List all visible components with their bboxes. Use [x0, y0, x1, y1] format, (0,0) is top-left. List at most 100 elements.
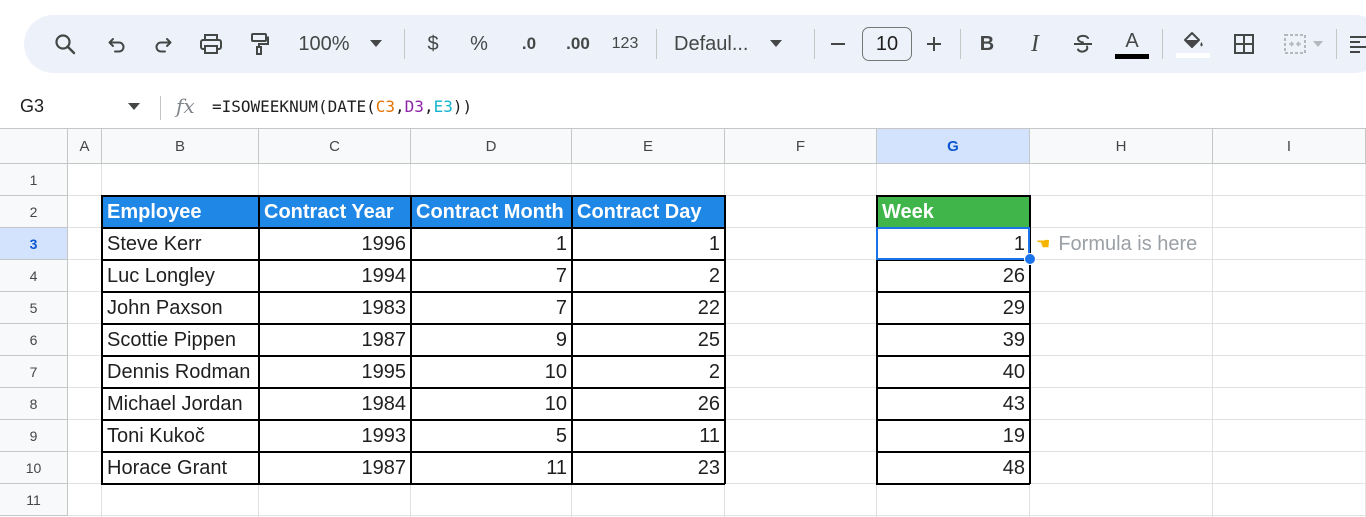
table-cell-contract-day[interactable]: 2: [572, 260, 725, 292]
spreadsheet-grid[interactable]: A B C D E F G H I 1 2 3 4 5 6 7 8 9 10 11 Employee Contract Y…: [0, 128, 1366, 517]
table-cell-contract-month[interactable]: 7: [411, 292, 572, 324]
row-header-5[interactable]: 5: [0, 292, 68, 324]
row-header-2[interactable]: 2: [0, 196, 68, 228]
row-header-10[interactable]: 10: [0, 452, 68, 484]
table-header-contract-day[interactable]: Contract Day: [572, 196, 725, 228]
table-cell-contract-day[interactable]: 23: [572, 452, 725, 484]
undo-button[interactable]: [102, 15, 132, 73]
chevron-down-icon[interactable]: [128, 103, 140, 111]
table-cell-contract-month[interactable]: 1: [411, 228, 572, 260]
table-cell-employee[interactable]: Luc Longley: [102, 260, 259, 292]
week-cell[interactable]: 40: [877, 356, 1030, 388]
print-button[interactable]: [196, 15, 226, 73]
week-cell[interactable]: 26: [877, 260, 1030, 292]
column-header-e[interactable]: E: [572, 128, 725, 164]
week-cell[interactable]: 39: [877, 324, 1030, 356]
strikethrough-button[interactable]: [1070, 15, 1096, 73]
row-header-9[interactable]: 9: [0, 420, 68, 452]
formula-input[interactable]: =ISOWEEKNUM(DATE(C3,D3,E3)): [212, 97, 472, 116]
table-cell-employee[interactable]: Horace Grant: [102, 452, 259, 484]
italic-icon: I: [1031, 30, 1039, 57]
week-table-border-horizontal: [876, 483, 1030, 485]
merge-cells-button[interactable]: [1278, 15, 1328, 73]
table-cell-contract-year[interactable]: 1996: [259, 228, 411, 260]
column-header-c[interactable]: C: [259, 128, 411, 164]
selected-cell-g3[interactable]: [876, 227, 1030, 260]
column-header-a[interactable]: A: [68, 128, 102, 164]
formula-comma: ,: [423, 97, 434, 116]
table-cell-contract-year[interactable]: 1987: [259, 324, 411, 356]
table-cell-contract-year[interactable]: 1994: [259, 260, 411, 292]
table-cell-employee[interactable]: Steve Kerr: [102, 228, 259, 260]
decrease-decimal-button[interactable]: .0: [512, 15, 546, 73]
paint-format-button[interactable]: [244, 15, 274, 73]
column-header-d[interactable]: D: [411, 128, 572, 164]
table-cell-contract-year[interactable]: 1995: [259, 356, 411, 388]
table-header-contract-month[interactable]: Contract Month: [411, 196, 572, 228]
week-cell[interactable]: 29: [877, 292, 1030, 324]
row-header-7[interactable]: 7: [0, 356, 68, 388]
format-percent-button[interactable]: %: [466, 15, 492, 73]
fill-handle[interactable]: [1024, 253, 1036, 265]
search-menus-button[interactable]: [50, 15, 80, 73]
table-cell-contract-month[interactable]: 10: [411, 388, 572, 420]
redo-button[interactable]: [148, 15, 178, 73]
table-cell-contract-day[interactable]: 22: [572, 292, 725, 324]
table-cell-employee[interactable]: John Paxson: [102, 292, 259, 324]
week-table-border-horizontal: [876, 355, 1030, 357]
table-cell-contract-day[interactable]: 25: [572, 324, 725, 356]
select-all-corner[interactable]: [0, 128, 68, 164]
table-header-employee[interactable]: Employee: [102, 196, 259, 228]
column-header-b[interactable]: B: [102, 128, 259, 164]
column-header-h[interactable]: H: [1030, 128, 1213, 164]
week-cell[interactable]: 19: [877, 420, 1030, 452]
table-cell-employee[interactable]: Scottie Pippen: [102, 324, 259, 356]
table-cell-contract-month[interactable]: 9: [411, 324, 572, 356]
week-cell[interactable]: 43: [877, 388, 1030, 420]
horizontal-align-button[interactable]: [1348, 15, 1366, 73]
row-header-1[interactable]: 1: [0, 164, 68, 196]
text-color-button[interactable]: A: [1114, 15, 1150, 73]
decrease-font-size-button[interactable]: [826, 15, 850, 73]
zoom-select[interactable]: 100%: [290, 15, 390, 73]
row-header-11[interactable]: 11: [0, 484, 68, 516]
table-cell-contract-day[interactable]: 2: [572, 356, 725, 388]
font-size-input[interactable]: 10: [862, 27, 912, 61]
table-cell-employee[interactable]: Michael Jordan: [102, 388, 259, 420]
table-cell-contract-year[interactable]: 1993: [259, 420, 411, 452]
table-cell-contract-month[interactable]: 10: [411, 356, 572, 388]
format-currency-button[interactable]: $: [420, 15, 446, 73]
table-cell-contract-month[interactable]: 7: [411, 260, 572, 292]
column-header-f[interactable]: F: [725, 128, 877, 164]
column-header-g[interactable]: G: [877, 128, 1030, 164]
table-cell-contract-month[interactable]: 5: [411, 420, 572, 452]
week-cell[interactable]: 48: [877, 452, 1030, 484]
table-cell-contract-month[interactable]: 11: [411, 452, 572, 484]
table-cell-contract-year[interactable]: 1983: [259, 292, 411, 324]
bold-button[interactable]: B: [974, 15, 1000, 73]
table-cell-employee[interactable]: Toni Kukoč: [102, 420, 259, 452]
font-family-select[interactable]: Defaul...: [674, 15, 798, 73]
row-header-6[interactable]: 6: [0, 324, 68, 356]
row-header-3[interactable]: 3: [0, 228, 68, 260]
table-cell-employee[interactable]: Dennis Rodman: [102, 356, 259, 388]
row-header-4[interactable]: 4: [0, 260, 68, 292]
formula-arg-e3: E3: [433, 97, 453, 116]
week-header[interactable]: Week: [877, 196, 1030, 228]
italic-button[interactable]: I: [1022, 15, 1048, 73]
table-cell-contract-day[interactable]: 11: [572, 420, 725, 452]
row-header-8[interactable]: 8: [0, 388, 68, 420]
increase-decimal-button[interactable]: .00: [558, 15, 598, 73]
fill-color-button[interactable]: [1174, 15, 1212, 73]
column-header-i[interactable]: I: [1213, 128, 1366, 164]
table-cell-contract-year[interactable]: 1987: [259, 452, 411, 484]
formula-annotation: ☚ Formula is here: [1036, 228, 1197, 260]
table-cell-contract-day[interactable]: 1: [572, 228, 725, 260]
increase-font-size-button[interactable]: [922, 15, 946, 73]
table-cell-contract-day[interactable]: 26: [572, 388, 725, 420]
borders-button[interactable]: [1230, 15, 1258, 73]
name-box[interactable]: G3: [20, 96, 44, 117]
table-header-contract-year[interactable]: Contract Year: [259, 196, 411, 228]
more-formats-button[interactable]: 123: [608, 15, 642, 73]
table-cell-contract-year[interactable]: 1984: [259, 388, 411, 420]
